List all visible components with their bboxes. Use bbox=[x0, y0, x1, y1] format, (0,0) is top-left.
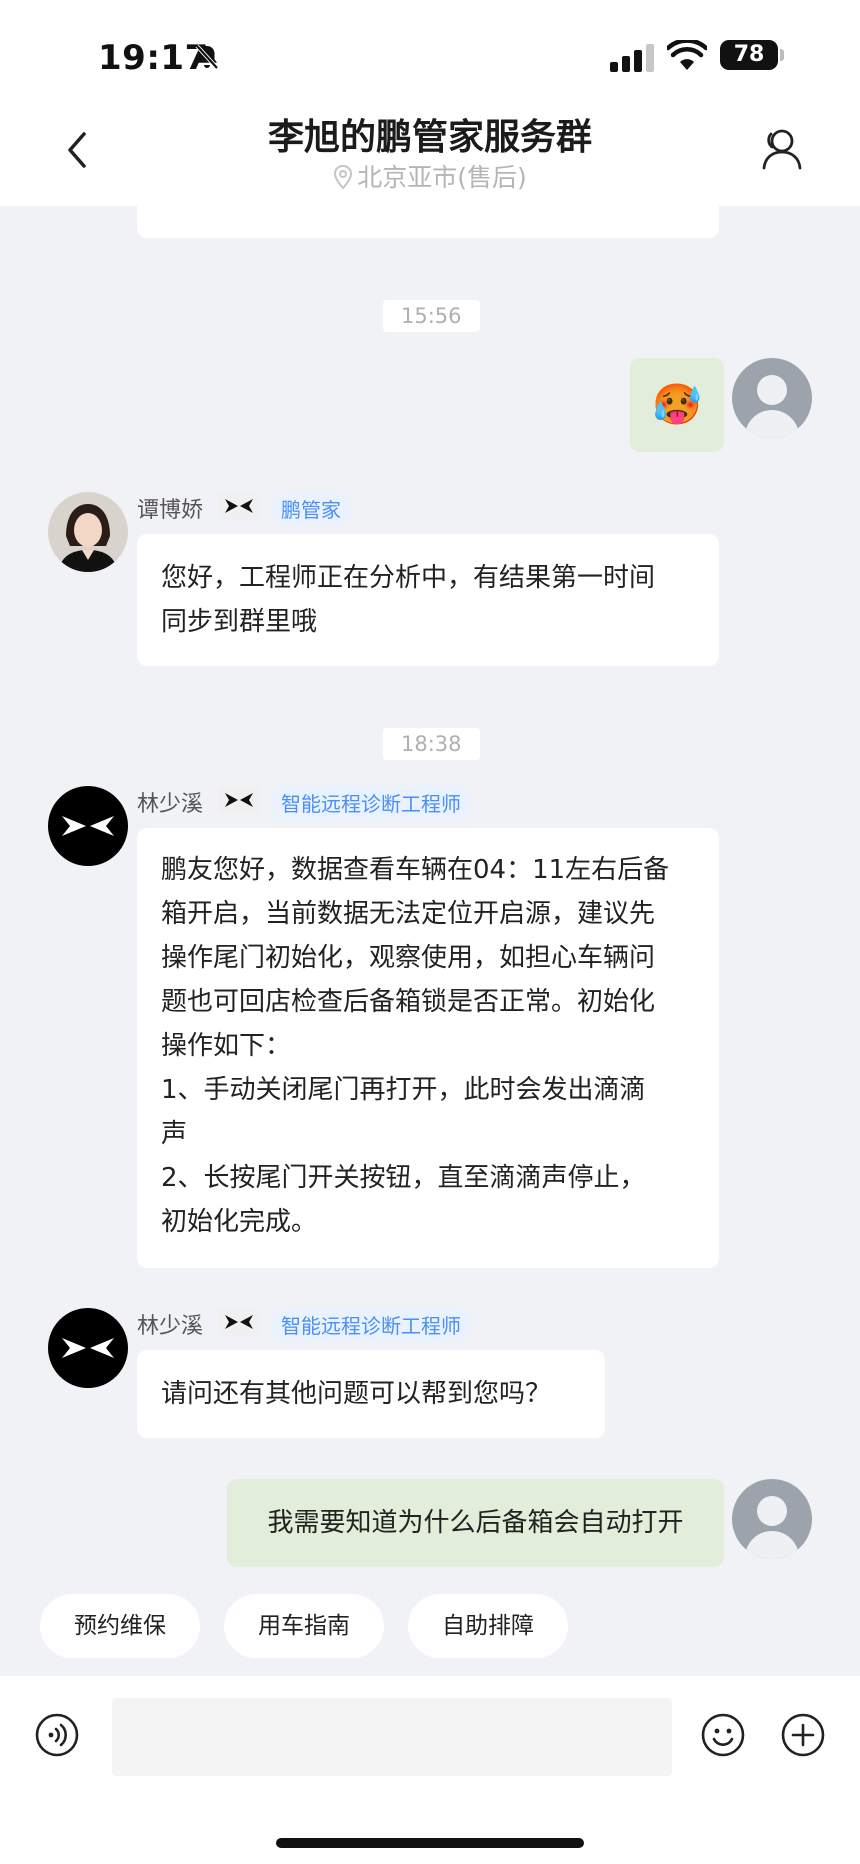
my-emoji-bubble[interactable]: 🥵 bbox=[630, 358, 724, 452]
timestamp: 18:38 bbox=[383, 728, 480, 760]
voice-input-button[interactable] bbox=[34, 1712, 80, 1762]
sender-avatar[interactable] bbox=[48, 1308, 128, 1388]
home-indicator bbox=[276, 1838, 584, 1848]
message-line: 您好，工程师正在分析中，有结果第一时间 bbox=[161, 563, 656, 593]
my-message-bubble[interactable]: 我需要知道为什么后备箱会自动打开 bbox=[227, 1479, 724, 1567]
sender-name: 林少溪 bbox=[137, 1314, 204, 1339]
my-avatar[interactable] bbox=[732, 358, 812, 438]
sender-avatar[interactable] bbox=[48, 786, 128, 866]
message-bubble[interactable]: 您好，工程师正在分析中，有结果第一时间 同步到群里哦 bbox=[137, 534, 719, 666]
sender-name: 林少溪 bbox=[137, 792, 204, 817]
location-pin-icon bbox=[334, 164, 353, 190]
xpeng-logo-icon bbox=[218, 786, 260, 814]
signal-icon bbox=[608, 44, 656, 76]
group-members-button[interactable] bbox=[758, 126, 804, 176]
sender-avatar[interactable] bbox=[48, 492, 128, 572]
emoji-button[interactable] bbox=[700, 1712, 746, 1762]
message-line: 同步到群里哦 bbox=[161, 607, 318, 637]
my-avatar[interactable] bbox=[732, 1479, 812, 1559]
xpeng-logo-icon bbox=[218, 492, 260, 520]
message-line: 声 bbox=[161, 1119, 188, 1149]
emoji: 🥵 bbox=[652, 382, 702, 428]
timestamp: 15:56 bbox=[383, 300, 480, 332]
wifi-icon bbox=[665, 38, 709, 76]
message-bubble[interactable]: 鹏友您好，数据查看车辆在04：11左右后备 箱开启，当前数据无法定位开启源，建议… bbox=[137, 828, 719, 1268]
battery-indicator: 78 bbox=[720, 40, 778, 70]
message-line: 箱开启，当前数据无法定位开启源，建议先 bbox=[161, 899, 656, 929]
bell-muted-icon bbox=[192, 42, 222, 76]
message-line: 题也可回店检查后备箱锁是否正常。初始化 bbox=[161, 987, 656, 1017]
location-text: 北京亚市(售后) bbox=[357, 163, 527, 192]
add-button[interactable] bbox=[780, 1712, 826, 1762]
quick-reply-chip[interactable]: 用车指南 bbox=[224, 1594, 384, 1658]
message-line: 鹏友您好，数据查看车辆在04：11左右后备 bbox=[161, 855, 670, 885]
quick-reply-chip[interactable]: 自助排障 bbox=[408, 1594, 568, 1658]
message-input[interactable] bbox=[112, 1698, 672, 1776]
sender-name: 谭博娇 bbox=[137, 498, 204, 523]
message-line: 操作如下： bbox=[161, 1031, 292, 1061]
quick-reply-chip[interactable]: 预约维保 bbox=[40, 1594, 200, 1658]
role-badge: 智能远程诊断工程师 bbox=[272, 1308, 470, 1341]
role-badge: 智能远程诊断工程师 bbox=[272, 786, 470, 819]
chat-title: 李旭的鹏管家服务群 bbox=[267, 117, 592, 158]
location-subtitle: 北京亚市(售后) bbox=[0, 158, 860, 194]
message-line: 2、长按尾门开关按钮，直至滴滴声停止， bbox=[161, 1163, 646, 1193]
role-badge: 鹏管家 bbox=[272, 492, 350, 525]
message-text: 我需要知道为什么后备箱会自动打开 bbox=[267, 1508, 684, 1538]
message-line: 1、手动关闭尾门再打开，此时会发出滴滴 bbox=[161, 1075, 646, 1105]
xpeng-logo-icon bbox=[218, 1308, 260, 1336]
message-line: 操作尾门初始化，观察使用，如担心车辆问 bbox=[161, 943, 656, 973]
previous-message-card bbox=[137, 200, 719, 238]
message-bubble[interactable]: 请问还有其他问题可以帮到您吗？ bbox=[137, 1350, 605, 1438]
message-text: 请问还有其他问题可以帮到您吗？ bbox=[161, 1379, 552, 1409]
battery-tip bbox=[780, 49, 784, 61]
message-line: 初始化完成。 bbox=[161, 1207, 318, 1237]
